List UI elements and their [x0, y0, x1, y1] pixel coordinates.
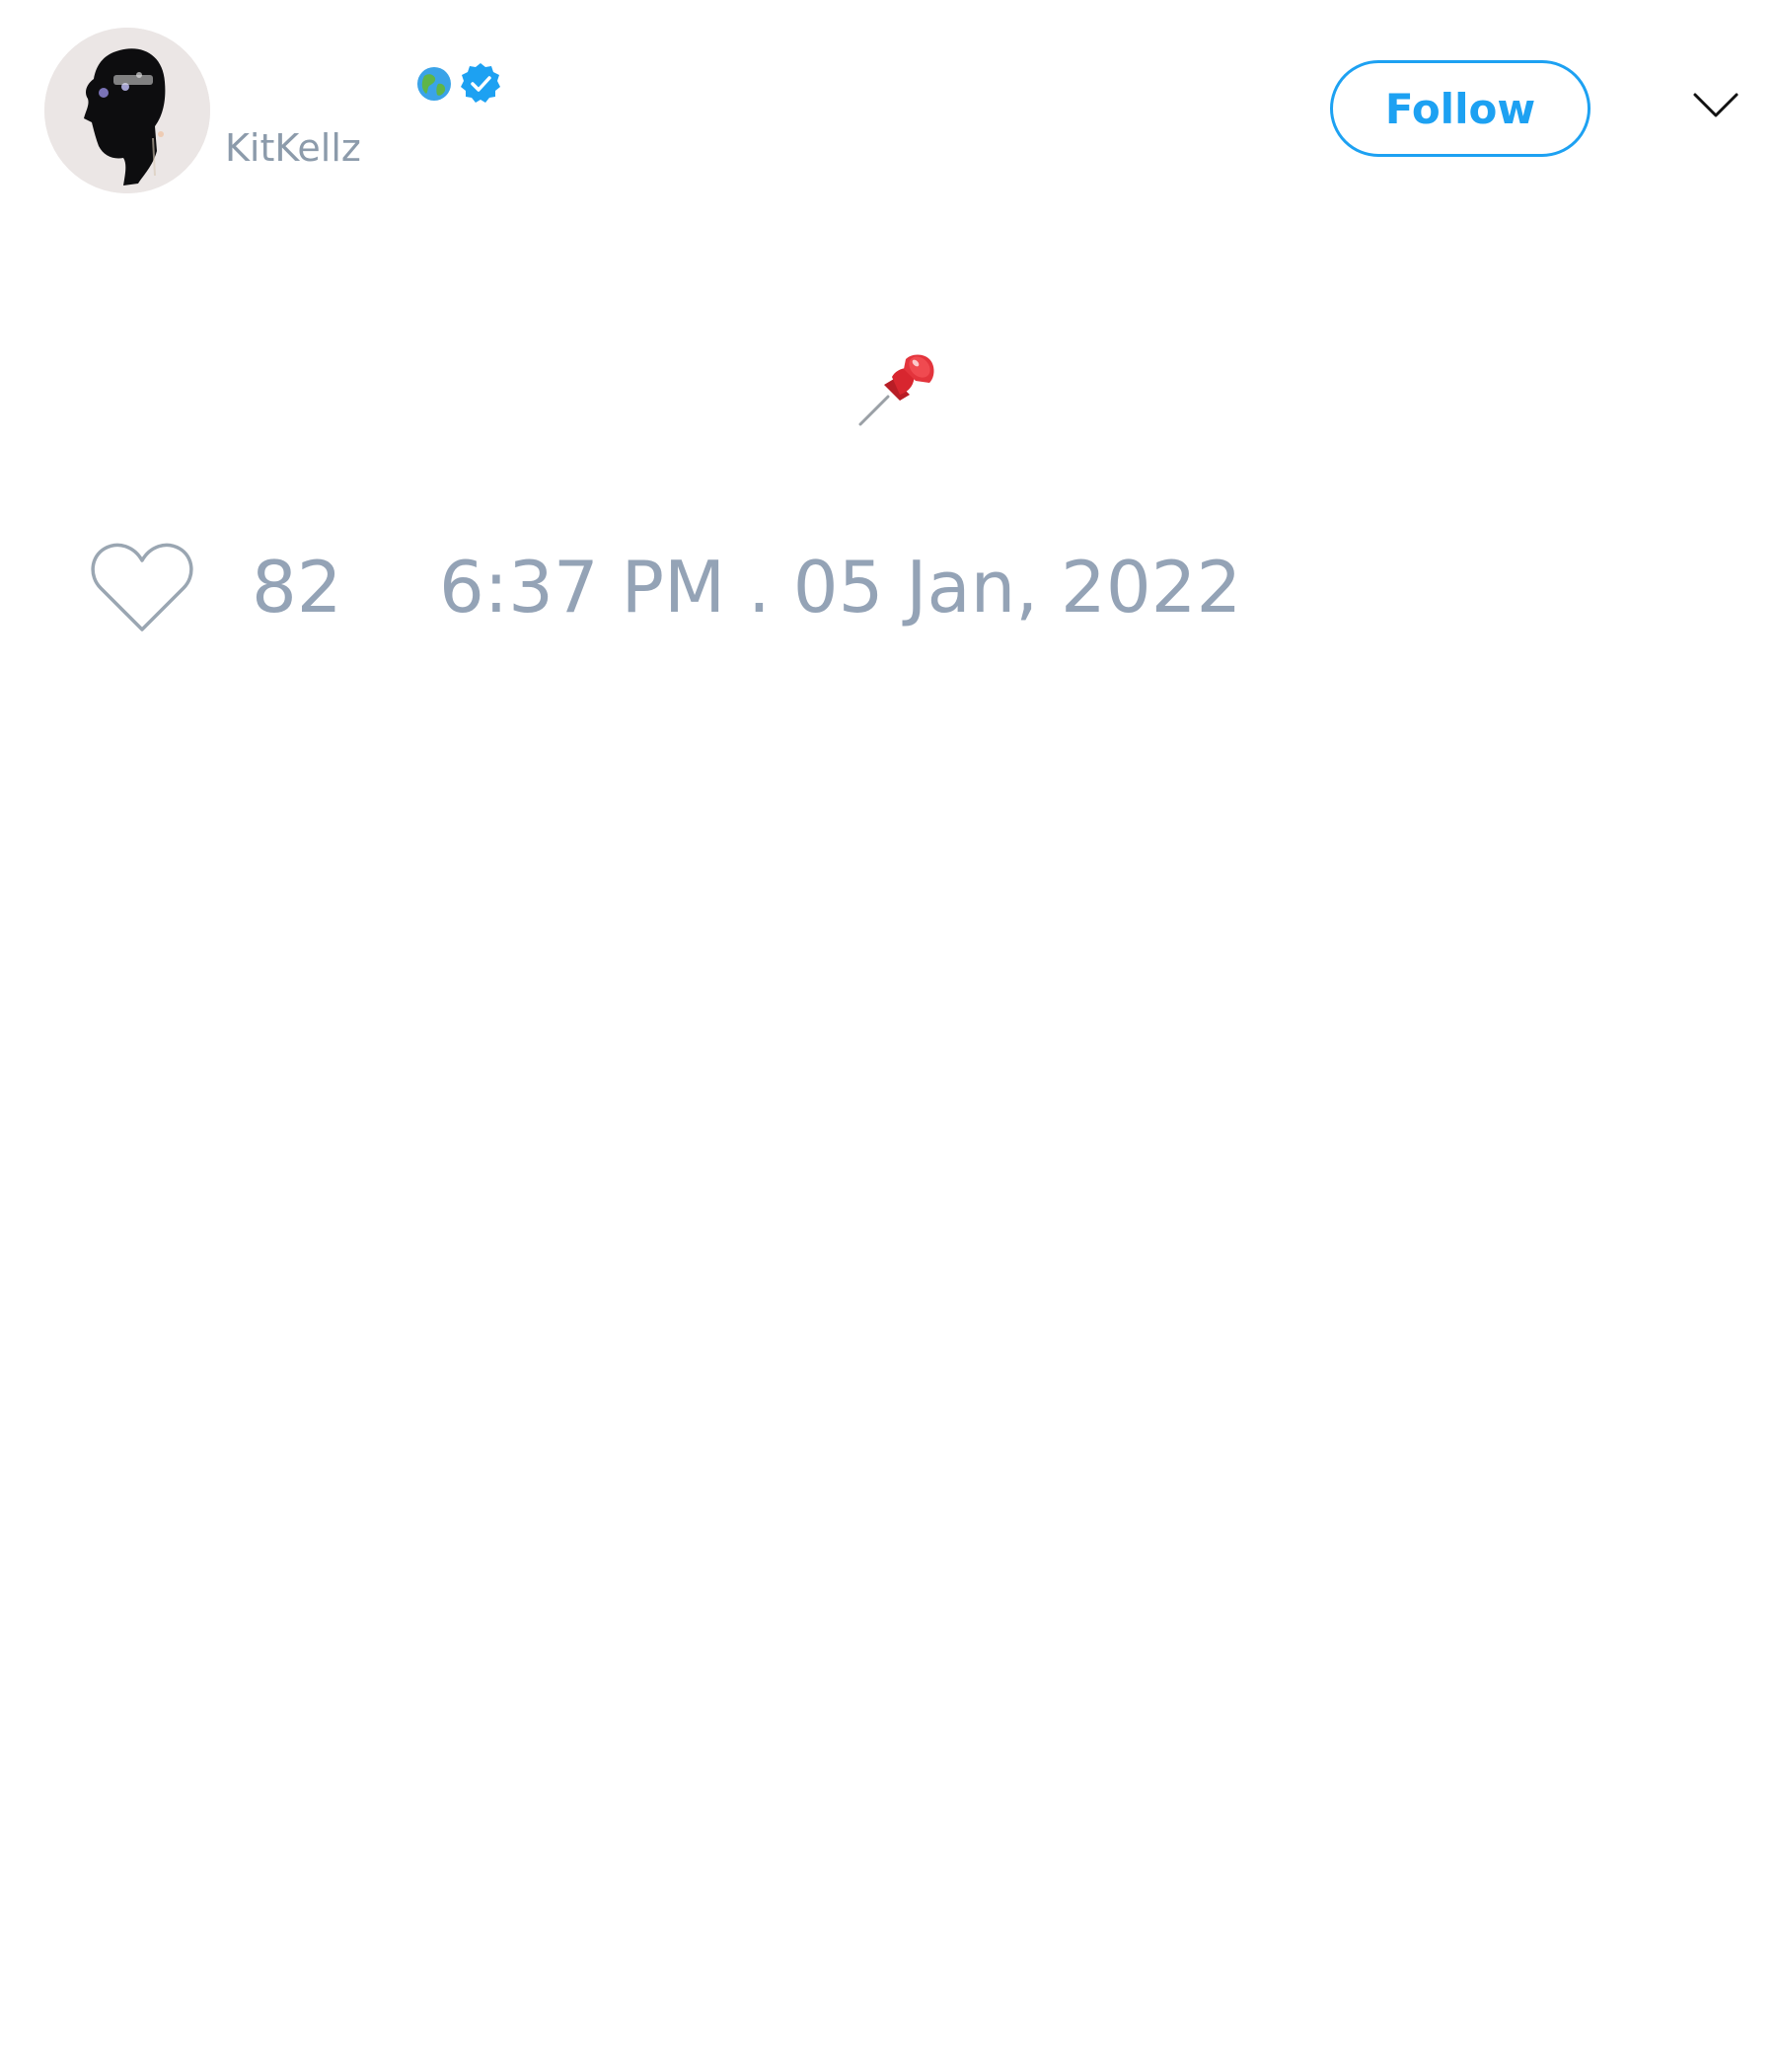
verified-badge-icon [461, 63, 500, 103]
tweet-text [854, 345, 939, 430]
author-handle[interactable]: KitKellz [225, 126, 361, 170]
pushpin-emoji-icon [858, 354, 934, 426]
tweet-card: KitKellz Follow 82 6:37 PM . 05 Jan, 202… [0, 0, 1776, 2072]
chevron-down-icon[interactable] [1691, 89, 1740, 122]
follow-button[interactable]: Follow [1330, 60, 1591, 157]
avatar[interactable] [44, 28, 210, 193]
globe-icon [417, 67, 451, 101]
heart-outline-icon[interactable] [89, 541, 195, 635]
display-name-badges [414, 59, 503, 109]
like-count: 82 [252, 546, 342, 629]
tweet-timestamp[interactable]: 6:37 PM . 05 Jan, 2022 [439, 548, 1241, 627]
profile-photo-icon [44, 28, 210, 193]
